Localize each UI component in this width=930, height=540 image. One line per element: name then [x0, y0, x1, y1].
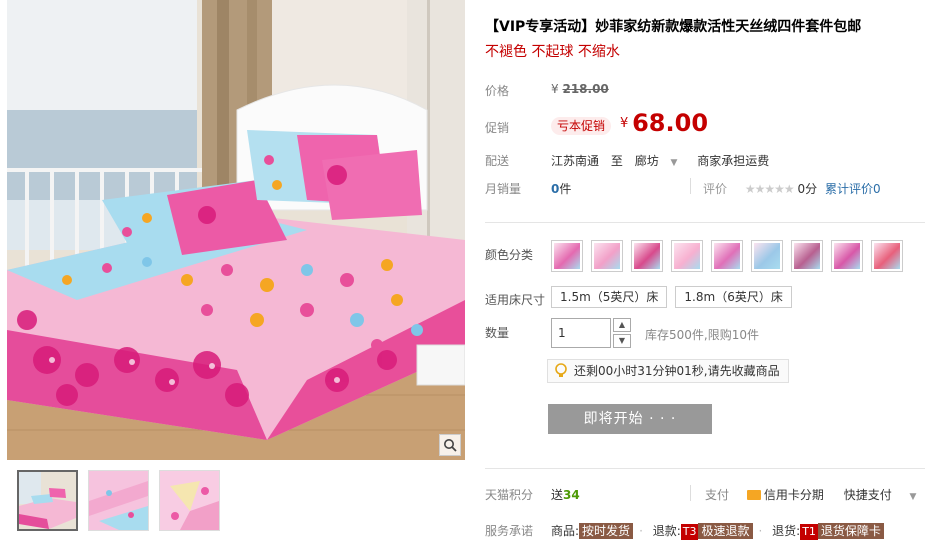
rating-info: 评价 ★★★★★ 0分 累计评价0: [703, 180, 881, 197]
quantity-decrease-button[interactable]: ▼: [613, 334, 631, 348]
pay-quick[interactable]: 快捷支付: [844, 488, 892, 502]
stock-info: 库存500件,限购10件: [645, 328, 759, 342]
price-currency: ¥: [551, 82, 559, 96]
quantity-input[interactable]: [551, 318, 611, 348]
color-swatch-5[interactable]: [711, 240, 743, 272]
sales-unit: 件: [559, 182, 572, 196]
pay-label: 支付: [705, 488, 730, 502]
color-swatch-9[interactable]: [871, 240, 903, 272]
chevron-down-icon: ▼: [670, 158, 678, 168]
size-option-list: 1.5m（5英尺）床 1.8m（6英尺）床: [551, 286, 792, 308]
sales-label: 月销量: [485, 182, 522, 196]
swatch-image: [674, 243, 700, 269]
swatch-image: [714, 243, 740, 269]
swatch-image: [554, 243, 580, 269]
color-swatch-1[interactable]: [551, 240, 583, 272]
color-swatch-6[interactable]: [751, 240, 783, 272]
countdown-text: 还剩00小时31分钟01秒,请先收藏商品: [574, 364, 780, 378]
swatch-image: [754, 243, 780, 269]
color-swatch-3[interactable]: [631, 240, 663, 272]
shipping-info: 江苏南通 至 廊坊 ▼ 商家承担运费: [551, 152, 777, 169]
magnifier-icon: [444, 439, 457, 452]
divider: [485, 222, 925, 223]
swatch-image: [834, 243, 860, 269]
refund-code: T3: [680, 524, 699, 540]
color-swatch-7[interactable]: [791, 240, 823, 272]
chevron-down-icon[interactable]: ▼: [910, 492, 917, 502]
thumbnail-bed[interactable]: [17, 470, 78, 531]
rating-score: 0分: [797, 182, 818, 196]
zoom-button[interactable]: [439, 434, 461, 456]
color-swatch-2[interactable]: [591, 240, 623, 272]
promo-currency: ¥: [620, 116, 629, 131]
service-promises: 商品: 按时发货 · 退款: T3 极速退款 · 退货: T1 退货保障卡: [551, 522, 884, 540]
promo-label: 促销: [485, 121, 510, 135]
refund-label: 退款:: [652, 524, 681, 538]
thumbnail-fold[interactable]: [159, 470, 220, 531]
divider: [485, 468, 925, 469]
promo-price: ¥ 68.00: [620, 109, 708, 137]
price-label: 价格: [485, 84, 510, 98]
color-swatch-8[interactable]: [831, 240, 863, 272]
thumbnail-fabric[interactable]: [88, 470, 149, 531]
goods-tag[interactable]: 按时发货: [579, 523, 634, 539]
countdown-notice: 还剩00小时31分钟01秒,请先收藏商品: [547, 359, 789, 383]
points-label: 天猫积分: [485, 488, 534, 502]
separator-dot: ·: [639, 524, 643, 538]
original-price-value: 218.00: [562, 82, 609, 96]
lightbulb-icon: [555, 363, 567, 377]
points-prefix: 送: [551, 488, 564, 502]
payment-info: 支付 信用卡分期 快捷支付 ▼: [705, 486, 916, 503]
promo-tag: 亏本促销: [551, 117, 612, 135]
rating-stars: ★★★★★: [744, 182, 795, 196]
pay-card-label: 信用卡分期: [763, 488, 824, 502]
divider: [690, 485, 691, 501]
swatch-image: [794, 243, 820, 269]
points-value: 34: [563, 488, 580, 502]
divider: [690, 178, 691, 194]
color-swatch-list: [551, 240, 903, 272]
bedding-photo: [7, 0, 465, 460]
ship-from: 江苏南通: [551, 154, 600, 168]
return-label: 退货:: [772, 524, 801, 538]
goods-label: 商品:: [551, 524, 580, 538]
shipping-label: 配送: [485, 154, 510, 168]
return-tag[interactable]: 退货保障卡: [817, 523, 884, 539]
color-swatch-4[interactable]: [671, 240, 703, 272]
rating-label: 评价: [703, 182, 728, 196]
thumbnail-strip: [17, 470, 220, 531]
ship-fee: 商家承担运费: [697, 154, 770, 168]
return-code: T1: [800, 524, 818, 540]
review-count-link[interactable]: 累计评价0: [825, 182, 881, 196]
credit-card-icon: [746, 490, 761, 500]
product-subtitle: 不褪色 不起球 不缩水: [485, 44, 620, 60]
thumb-fabric-image: [89, 471, 148, 530]
sales-count: 0件: [551, 180, 571, 197]
main-product-image[interactable]: [7, 0, 465, 460]
swatch-image: [874, 243, 900, 269]
pay-credit-installment[interactable]: 信用卡分期: [746, 488, 824, 502]
size-label: 适用床尺寸: [485, 293, 546, 307]
quantity-label: 数量: [485, 326, 510, 340]
product-title: 【VIP专享活动】妙菲家纺新款爆款活性天丝绒四件套件包邮: [485, 19, 862, 35]
color-label: 颜色分类: [485, 248, 534, 262]
separator-dot: ·: [758, 524, 763, 538]
points-info: 送34: [551, 486, 580, 503]
swatch-image: [634, 243, 660, 269]
original-price: ¥ 218.00: [551, 82, 609, 96]
refund-tag[interactable]: 极速退款: [698, 523, 753, 539]
thumb-fold-image: [160, 471, 219, 530]
size-option-1-5m[interactable]: 1.5m（5英尺）床: [551, 286, 668, 308]
ship-to-word: 至: [610, 154, 623, 168]
service-label: 服务承诺: [485, 524, 534, 538]
ship-to: 廊坊: [634, 154, 659, 168]
ship-to-dropdown[interactable]: 廊坊 ▼: [635, 154, 686, 168]
quantity-increase-button[interactable]: ▲: [613, 318, 631, 332]
swatch-image: [594, 243, 620, 269]
thumb-bed-image: [19, 472, 76, 529]
coming-soon-button[interactable]: 即将开始 · · ·: [548, 404, 712, 434]
size-option-1-8m[interactable]: 1.8m（6英尺）床: [675, 286, 792, 308]
promo-price-value: 68.00: [632, 109, 709, 137]
